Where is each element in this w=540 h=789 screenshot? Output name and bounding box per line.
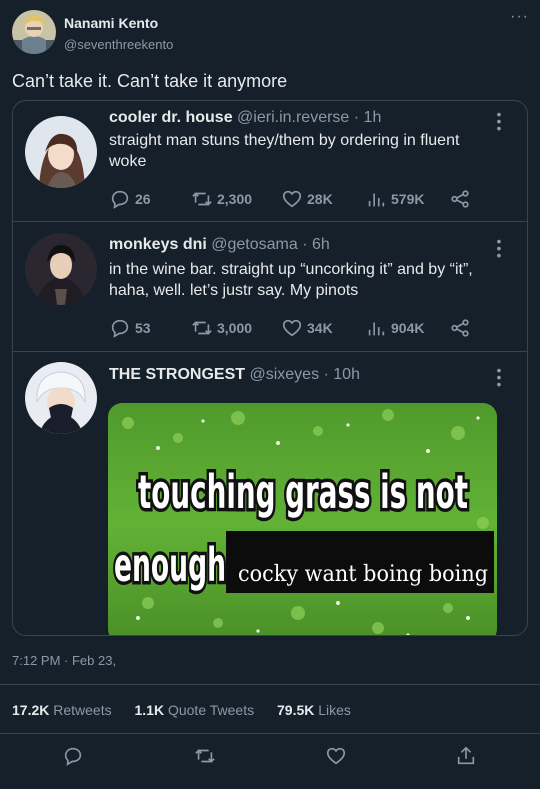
view-count: 904K (391, 320, 425, 336)
reply-text: straight man stuns they/them by ordering… (109, 132, 460, 170)
retweets-label: Retweets (53, 702, 112, 718)
share-icon (451, 190, 469, 208)
retweet-button[interactable]: 2,300 (191, 188, 252, 210)
reply-author-name[interactable]: monkeys dni (109, 236, 207, 253)
views-button[interactable]: 904K (365, 317, 424, 339)
retweets-number: 17.2K (12, 702, 50, 718)
retweet-icon (192, 192, 212, 206)
reply-more-icon[interactable]: • • • (495, 234, 503, 262)
reply-author-handle[interactable]: @ieri.in.reverse · 1h (237, 109, 381, 126)
meme-overlay-text: cocky want boing boing (238, 562, 488, 587)
tweet-stats: 17.2K Retweets 1.1K Quote Tweets 79.5K L… (12, 702, 370, 718)
heart-icon (282, 319, 302, 337)
reply-more-icon[interactable]: • • • (495, 107, 503, 135)
reply-more-icon[interactable]: • • • (495, 363, 503, 391)
tweet-action-bar (0, 745, 540, 771)
likes-number: 79.5K (277, 702, 315, 718)
meme-caption-line2: enough (114, 538, 226, 592)
author-avatar[interactable] (12, 10, 56, 54)
reply-author-name[interactable]: cooler dr. house (109, 109, 233, 126)
divider (0, 684, 540, 685)
reply-header: cooler dr. house @ieri.in.reverse · 1h (109, 109, 381, 127)
retweet-icon (192, 321, 212, 335)
reply-icon[interactable] (62, 745, 84, 767)
like-count: 28K (307, 191, 333, 207)
tweet-text: Can’t take it. Can’t take it anymore (12, 71, 288, 91)
more-options-icon[interactable]: ··· (510, 8, 529, 26)
retweet-button[interactable]: 3,000 (191, 317, 252, 339)
reply-avatar[interactable] (25, 362, 97, 434)
tweet-header: Nanami Kento @seventhreekento ··· (0, 0, 540, 60)
likes-label: Likes (318, 702, 351, 718)
retweet-count: 2,300 (217, 191, 253, 207)
reply-count: 53 (135, 320, 151, 336)
reply-header: THE STRONGEST @sixeyes · 10h (109, 366, 360, 384)
reply-actions: 53 3,000 34K 904K (109, 317, 489, 339)
views-button[interactable]: 579K (365, 188, 424, 210)
reply-icon (111, 190, 129, 209)
divider (0, 733, 540, 734)
reply-icon (111, 319, 129, 338)
quote-tweets-label: Quote Tweets (167, 702, 255, 718)
retweet-icon[interactable] (194, 745, 216, 767)
views-icon (368, 322, 385, 336)
view-count: 579K (391, 191, 425, 207)
reply-count: 26 (135, 191, 151, 207)
heart-icon[interactable] (325, 745, 347, 767)
likes-stat[interactable]: 79.5K Likes (277, 702, 351, 718)
retweet-count: 3,000 (217, 320, 253, 336)
reply-text: in the wine bar. straight up “uncorking … (109, 261, 473, 299)
share-button[interactable] (449, 188, 475, 210)
author-name[interactable]: Nanami Kento (64, 15, 158, 31)
retweets-stat[interactable]: 17.2K Retweets (12, 702, 112, 718)
reply-actions: 26 2,300 28K 579K (109, 188, 489, 210)
reply-author-name[interactable]: THE STRONGEST (109, 366, 245, 383)
meme-caption-line1: touching grass is not (138, 465, 468, 519)
tweet-timestamp[interactable]: 7:12 PM · Feb 23, (12, 653, 116, 668)
like-button[interactable]: 28K (281, 188, 333, 210)
reply-avatar[interactable] (25, 233, 97, 305)
quote-tweets-number: 1.1K (134, 702, 165, 718)
reply-header: monkeys dni @getosama · 6h (109, 236, 330, 254)
author-handle[interactable]: @seventhreekento (64, 37, 173, 52)
share-icon[interactable] (455, 745, 477, 767)
reply-author-handle[interactable]: @getosama · 6h (211, 236, 330, 253)
like-count: 34K (307, 320, 333, 336)
like-button[interactable]: 34K (281, 317, 333, 339)
quote-tweets-stat[interactable]: 1.1K Quote Tweets (135, 702, 255, 718)
reply-button[interactable]: 26 (109, 188, 151, 210)
reply-avatar[interactable] (25, 116, 97, 188)
heart-icon (282, 190, 302, 208)
quoted-thread[interactable]: cooler dr. house @ieri.in.reverse · 1h •… (12, 100, 528, 636)
share-button[interactable] (449, 317, 475, 339)
views-icon (368, 193, 385, 207)
reply-divider (13, 221, 527, 222)
reply-author-handle[interactable]: @sixeyes · 10h (249, 366, 360, 383)
reply-button[interactable]: 53 (109, 317, 151, 339)
meme-image[interactable]: touching grass is not enough cocky want bo… (108, 403, 497, 635)
reply-divider (13, 351, 527, 352)
share-icon (451, 319, 469, 337)
